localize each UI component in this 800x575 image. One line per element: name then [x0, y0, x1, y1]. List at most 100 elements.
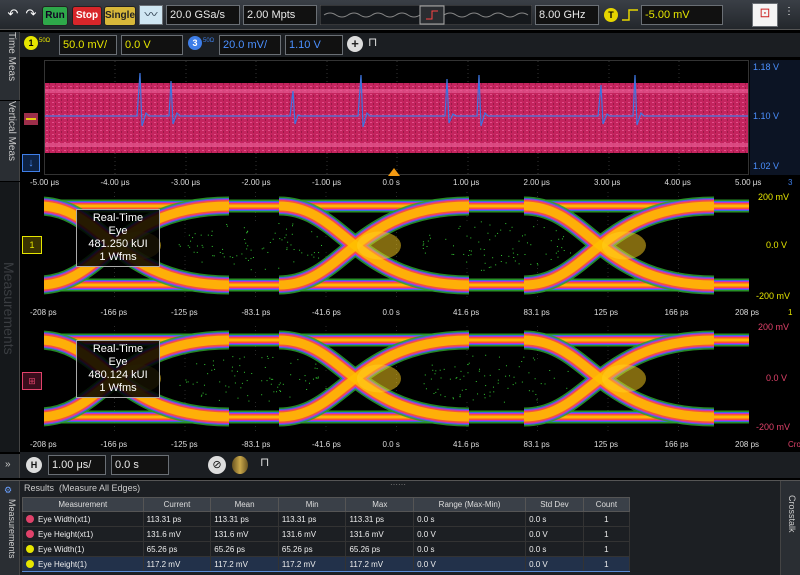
table-cell-min: 113.31 ps [278, 512, 346, 527]
table-cell-max: 65.26 ps [346, 542, 414, 557]
plot1-scale-top: 1.18 V [753, 62, 779, 72]
tab-crosstalk-label: Crosstalk [787, 495, 797, 533]
channel-3-badge[interactable]: 3 [188, 36, 202, 50]
column-header[interactable]: Std Dev [526, 498, 584, 512]
table-cell-max: 113.31 ps [346, 512, 414, 527]
table-cell-range: 0.0 V [414, 527, 526, 542]
x-tick-label: -125 ps [171, 308, 198, 317]
table-cell-mean: 113.31 ps [211, 512, 279, 527]
table-cell-min: 131.6 mV [278, 527, 346, 542]
eye2-wfms: 1 Wfms [83, 382, 153, 395]
column-header[interactable]: Max [346, 498, 414, 512]
stop-button[interactable]: Stop [72, 6, 102, 26]
x-tick-label: 5.00 μs [735, 178, 761, 187]
plot1-marker-icon[interactable] [22, 112, 42, 126]
bandwidth-field[interactable]: 8.00 GHz [535, 5, 599, 25]
menu-dots-icon[interactable]: ⋮ [780, 3, 798, 27]
sample-rate-field[interactable]: 20.0 GSa/s [166, 5, 240, 25]
zoom-window-icon[interactable]: ⊡ [752, 3, 778, 27]
x-tick-label: 1.00 μs [453, 178, 479, 187]
column-header[interactable]: Min [278, 498, 346, 512]
channel-1-badge[interactable]: 1 [24, 36, 38, 50]
main-toolbar: ↶ ↷ Run Stop Single 〰 20.0 GSa/s 2.00 Mp… [0, 0, 800, 30]
x-tick-label: -3.00 μs [171, 178, 200, 187]
tab-time-meas[interactable]: Time Meas [0, 32, 20, 100]
column-header[interactable]: Current [143, 498, 211, 512]
time-domain-plot[interactable] [44, 60, 749, 175]
run-button[interactable]: Run [42, 6, 68, 26]
x-tick-label: 83.1 ps [524, 308, 550, 317]
channel-1-impedance: 50Ω [39, 38, 50, 44]
table-cell-range: 0.0 V [414, 557, 526, 572]
channel-1-offset[interactable]: 0.0 V [121, 35, 183, 55]
knob-icon[interactable] [232, 456, 248, 474]
column-header[interactable]: Measurement [23, 498, 144, 512]
trigger-badge[interactable]: T [604, 8, 618, 22]
trigger-level-field[interactable]: -5.00 mV [641, 5, 723, 25]
eye2-crosstalk-marker[interactable]: ⊞ [22, 372, 42, 390]
table-row[interactable]: Eye Width(1) 65.26 ps 65.26 ps 65.26 ps 65.2… [23, 542, 630, 557]
column-header[interactable]: Range (Max-Min) [414, 498, 526, 512]
expand-panel-button[interactable]: » [0, 454, 20, 478]
waveform-overview[interactable] [320, 5, 532, 25]
table-cell-std: 0.0 s [526, 542, 584, 557]
resize-handle[interactable]: ⋯⋯ [390, 480, 406, 489]
eye2-x-axis: -208 ps -166 ps -125 ps -83.1 ps -41.6 ps 0.0… [24, 438, 800, 452]
add-channel-icon[interactable]: + [347, 36, 363, 52]
column-header[interactable]: Mean [211, 498, 279, 512]
x-tick-label: 208 ps [735, 440, 759, 449]
horizontal-pin-icon[interactable]: ⊓ [260, 455, 269, 469]
x-tick-label: -166 ps [101, 440, 128, 449]
horizontal-scale-field[interactable]: 1.00 μs/ [48, 455, 106, 475]
eye2-scale-top: 200 mV [758, 322, 789, 332]
single-button[interactable]: Single [104, 6, 136, 26]
eye2-right-scale: 200 mV 0.0 V -200 mV [750, 322, 800, 434]
pin-icon[interactable]: ⊓ [368, 35, 377, 49]
tab-measurements[interactable]: ⚙ Measurements [0, 481, 20, 575]
table-row[interactable]: Eye Height(1) 117.2 mV 117.2 mV 117.2 mV 117… [23, 557, 630, 572]
table-cell-max: 117.2 mV [346, 557, 414, 572]
channel-1-scale[interactable]: 50.0 mV/ [59, 35, 117, 55]
measurement-color-icon [26, 530, 34, 538]
column-header[interactable]: Count [583, 498, 629, 512]
measurements-gear-icon: ⚙ [4, 485, 12, 496]
x-tick-label: 3.00 μs [594, 178, 620, 187]
tab-crosstalk[interactable]: Crosstalk [780, 481, 800, 575]
table-cell-max: 131.6 mV [346, 527, 414, 542]
trigger-position-marker[interactable] [388, 168, 400, 176]
table-cell-current: 117.2 mV [143, 557, 211, 572]
trigger-edge-icon[interactable] [621, 8, 639, 22]
results-title: Results [24, 483, 54, 493]
horizontal-position-field[interactable]: 0.0 s [111, 455, 169, 475]
eye2-scale-bottom: -200 mV [756, 422, 790, 432]
autoscale-icon[interactable]: 〰 [139, 5, 163, 25]
zoom-icon[interactable]: ⊘ [208, 456, 226, 474]
table-cell-name: Eye Width(1) [23, 542, 144, 557]
x-tick-label: -2.00 μs [242, 178, 271, 187]
edge-marker-label: 3 [788, 178, 792, 187]
table-row[interactable]: Eye Width(xt1) 113.31 ps 113.31 ps 113.31 p… [23, 512, 630, 527]
x-tick-label: 125 ps [594, 440, 618, 449]
horizontal-badge[interactable]: H [26, 457, 42, 473]
memory-depth-field[interactable]: 2.00 Mpts [243, 5, 317, 25]
tab-vertical-meas[interactable]: Vertical Meas [0, 101, 20, 181]
eye1-channel-marker[interactable]: 1 [22, 236, 42, 254]
x-tick-label: -83.1 ps [242, 308, 271, 317]
x-tick-label: 4.00 μs [665, 178, 691, 187]
x-tick-label: -166 ps [101, 308, 128, 317]
x-tick-label: 166 ps [665, 308, 689, 317]
tab-vertical-meas-label: Vertical Meas [6, 101, 17, 161]
table-row[interactable]: Eye Height(xt1) 131.6 mV 131.6 mV 131.6 mV 1… [23, 527, 630, 542]
table-cell-count: 1 [583, 542, 629, 557]
channel-3-offset[interactable]: 1.10 V [285, 35, 343, 55]
channel-3-scale[interactable]: 20.0 mV/ [219, 35, 281, 55]
plot1-x-axis: -5.00 μs -4.00 μs -3.00 μs -2.00 μs -1.00 μs… [24, 176, 800, 190]
redo-icon[interactable]: ↷ [20, 5, 42, 25]
x-tick-label: -1.00 μs [312, 178, 341, 187]
x-tick-label: 0.0 s [383, 178, 400, 187]
plot1-scale-bottom: 1.02 V [753, 161, 779, 171]
channel-3-ground-marker[interactable]: ↓ [22, 154, 40, 172]
measurement-name: Eye Height(1) [38, 560, 87, 569]
table-cell-count: 1 [583, 512, 629, 527]
eye1-x-axis: -208 ps -166 ps -125 ps -83.1 ps -41.6 ps 0.0… [24, 306, 800, 320]
